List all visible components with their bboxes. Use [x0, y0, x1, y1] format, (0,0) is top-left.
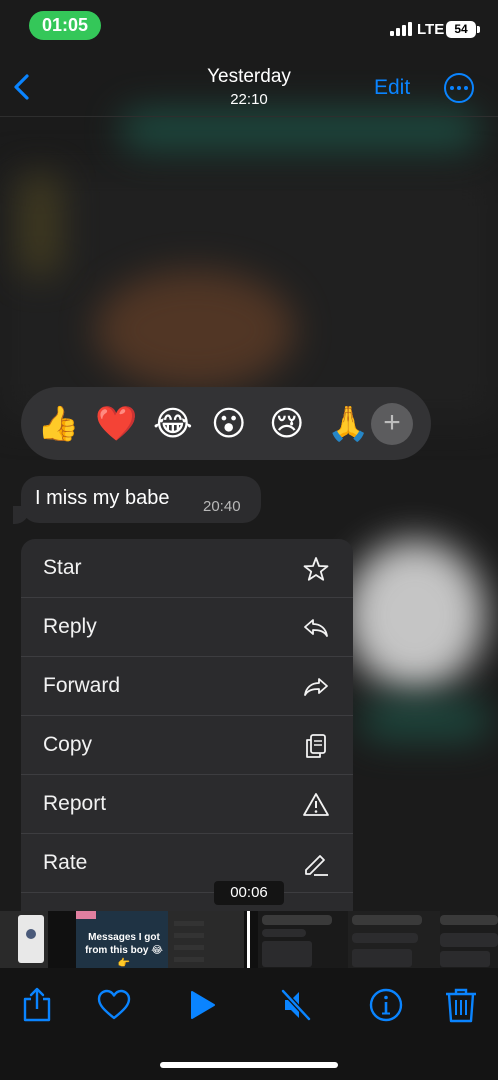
- menu-item-reply[interactable]: Reply: [21, 598, 353, 657]
- reaction-sad[interactable]: 😢: [269, 404, 327, 444]
- forward-icon: [304, 678, 328, 696]
- menu-label: Report: [43, 792, 107, 815]
- menu-item-report[interactable]: Report: [21, 775, 353, 834]
- menu-item-star[interactable]: Star: [21, 539, 353, 598]
- network-type: LTE: [417, 21, 445, 38]
- copy-icon: [306, 734, 326, 758]
- scrubber-playhead[interactable]: [247, 911, 250, 968]
- message-text: I miss my babe: [35, 487, 170, 509]
- menu-label: Rate: [43, 851, 88, 874]
- mute-icon[interactable]: [277, 985, 317, 1025]
- warning-icon: [303, 793, 329, 816]
- reaction-heart[interactable]: ❤️: [95, 404, 153, 444]
- menu-item-copy[interactable]: Copy: [21, 716, 353, 775]
- home-indicator: [160, 1062, 338, 1068]
- status-bar: 01:05 LTE 54: [0, 0, 498, 50]
- signal-icon: [390, 22, 412, 36]
- film-frame: [440, 911, 498, 968]
- film-frame: [168, 911, 244, 968]
- video-timestamp: 00:06: [214, 881, 284, 905]
- menu-label: Star: [43, 556, 82, 579]
- message-time: 20:40: [203, 498, 241, 515]
- menu-label: Forward: [43, 674, 121, 697]
- menu-label: Copy: [43, 733, 93, 756]
- menu-item-rate[interactable]: Rate: [21, 834, 353, 893]
- nav-bar: Yesterday 22:10 Edit: [0, 55, 498, 117]
- film-frame: [258, 911, 348, 968]
- star-icon: [303, 557, 329, 581]
- status-time: 01:05: [29, 11, 101, 40]
- film-caption: Messages I got from this boy 😂👉: [85, 932, 163, 968]
- reply-icon: [304, 619, 328, 637]
- heart-icon[interactable]: [94, 985, 134, 1025]
- film-frame: [348, 911, 440, 968]
- reaction-thumbs-up[interactable]: 👍: [37, 404, 95, 444]
- battery-nub: [477, 26, 480, 33]
- ellipsis-circle-icon[interactable]: [444, 73, 474, 103]
- film-frame: [0, 911, 48, 968]
- menu-item-forward[interactable]: Forward: [21, 657, 353, 716]
- film-frame: Messages I got from this boy 😂👉: [76, 911, 168, 968]
- edit-button[interactable]: Edit: [374, 76, 410, 100]
- reaction-laugh[interactable]: 😂: [153, 404, 211, 444]
- context-menu: Star Reply Forward Copy Report Rate: [21, 539, 353, 929]
- reaction-bar: 👍 ❤️ 😂 😮 😢 🙏 +: [21, 387, 431, 460]
- nav-title: Yesterday: [207, 66, 291, 87]
- play-icon[interactable]: [182, 985, 222, 1025]
- pencil-icon: [305, 855, 328, 876]
- add-reaction-button[interactable]: +: [371, 403, 413, 445]
- menu-label: Reply: [43, 615, 97, 638]
- reaction-wow[interactable]: 😮: [211, 404, 269, 444]
- battery-icon: 54: [446, 21, 476, 38]
- trash-icon[interactable]: [441, 985, 481, 1025]
- share-icon[interactable]: [17, 985, 57, 1025]
- nav-subtitle: 22:10: [230, 91, 268, 108]
- info-icon[interactable]: [366, 985, 406, 1025]
